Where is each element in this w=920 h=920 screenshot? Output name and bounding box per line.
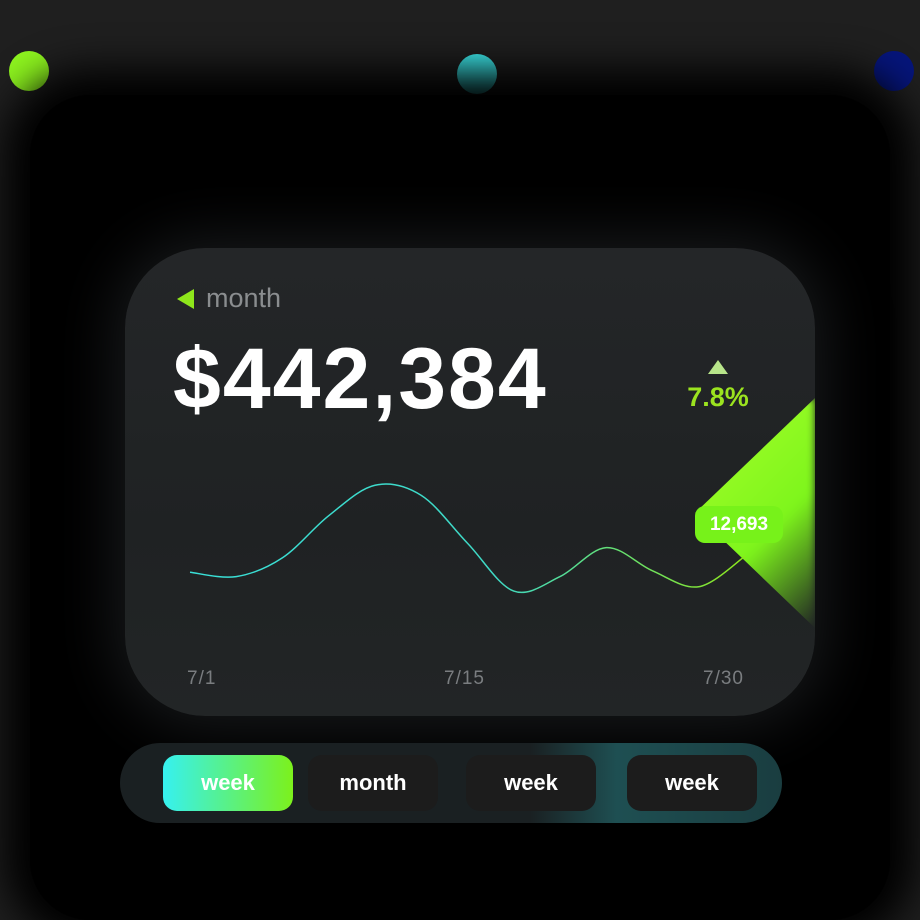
line-chart [189, 483, 746, 594]
series-line [189, 483, 746, 594]
value-badge: 12,693 [695, 506, 783, 543]
color-dot-cyan [457, 54, 497, 94]
stats-card: month $442,384 7.8% 12,693 7/1 7/15 7/30 [125, 248, 815, 716]
tab-week-2[interactable]: week [466, 755, 596, 811]
tab-bar: week month week week [120, 743, 782, 823]
x-tick-label: 7/15 [444, 668, 485, 689]
x-tick-label: 7/1 [187, 668, 217, 689]
color-dot-lime [9, 51, 49, 91]
color-dot-navy [874, 51, 914, 91]
tab-week[interactable]: week [163, 755, 293, 811]
tab-month[interactable]: month [308, 755, 438, 811]
tab-week-3[interactable]: week [627, 755, 757, 811]
x-tick-label: 7/30 [703, 668, 744, 689]
